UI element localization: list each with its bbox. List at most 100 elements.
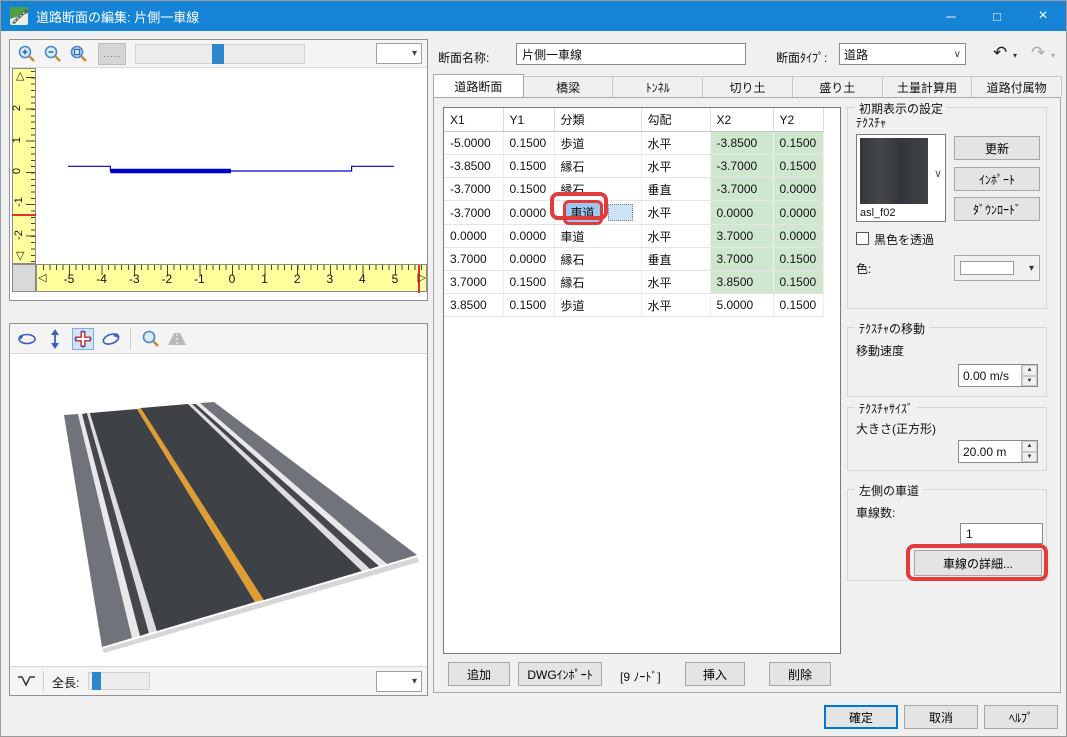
ruler-right-arrow-icon[interactable]: ▷ (418, 271, 426, 284)
cell[interactable]: 0.1500 (773, 155, 823, 178)
cell[interactable]: 縁石 (554, 248, 641, 271)
undo-menu-caret-icon[interactable]: ▾ (1013, 51, 1017, 60)
cell[interactable]: 5.0000 (710, 294, 773, 317)
plot-background-combo[interactable]: ▾ (376, 43, 422, 64)
orbit-free-icon[interactable] (100, 328, 122, 350)
cell[interactable]: -3.7000 (444, 178, 503, 201)
cell[interactable]: 0.0000 (773, 178, 823, 201)
cell[interactable]: 車道 (554, 225, 641, 248)
tab-tunnel[interactable]: ﾄﾝﾈﾙ (612, 76, 703, 97)
ok-button[interactable]: 確定 (824, 705, 898, 729)
cell[interactable]: 0.0000 (503, 248, 554, 271)
col-header-x2[interactable]: X2 (710, 108, 773, 132)
cell[interactable]: 3.8500 (710, 271, 773, 294)
selected-cell[interactable]: 車道 (554, 201, 641, 225)
col-header-y1[interactable]: Y1 (503, 108, 554, 132)
col-header-y2[interactable]: Y2 (773, 108, 823, 132)
undo-icon[interactable]: ↶ (993, 43, 1007, 63)
col-header-x1[interactable]: X1 (444, 108, 503, 132)
maximize-button[interactable]: □ (974, 1, 1020, 31)
delete-button[interactable]: 削除 (769, 662, 831, 686)
cell[interactable]: 0.1500 (503, 132, 554, 155)
tab-fill[interactable]: 盛り土 (792, 76, 883, 97)
cell[interactable]: 垂直 (641, 178, 710, 201)
cell[interactable]: 水平 (641, 132, 710, 155)
tab-bridge[interactable]: 橋梁 (523, 76, 614, 97)
zoom-fit-3d-icon[interactable] (140, 328, 162, 350)
cell[interactable]: 0.0000 (773, 225, 823, 248)
cell[interactable]: 縁石 (554, 271, 641, 294)
cell[interactable]: 0.1500 (503, 294, 554, 317)
view3d-background-combo[interactable]: ▾ (376, 671, 422, 692)
cell[interactable]: -3.8500 (710, 132, 773, 155)
cell[interactable]: 0.1500 (503, 155, 554, 178)
cell[interactable]: -5.0000 (444, 132, 503, 155)
cell[interactable]: 0.1500 (773, 271, 823, 294)
minimize-button[interactable]: ─ (928, 1, 974, 31)
cell[interactable]: 歩道 (554, 294, 641, 317)
cell[interactable]: 縁石 (554, 155, 641, 178)
download-button[interactable]: ﾀﾞｳﾝﾛｰﾄﾞ (954, 197, 1040, 221)
col-header-slope[interactable]: 勾配 (641, 108, 710, 132)
cell[interactable]: 3.8500 (444, 294, 503, 317)
cell-edit-region[interactable] (608, 204, 633, 221)
length-slider-handle[interactable] (92, 672, 101, 690)
lane-count-input[interactable]: 1 (960, 523, 1043, 544)
cell[interactable]: 水平 (641, 271, 710, 294)
texture-dropdown-chevron-icon[interactable]: ∨ (934, 167, 942, 180)
cell[interactable]: 0.0000 (444, 225, 503, 248)
zoom-out-icon[interactable] (42, 43, 64, 65)
plot-zoom-slider[interactable] (135, 44, 305, 64)
plot-zoom-slider-handle[interactable] (212, 44, 224, 64)
cell[interactable]: 水平 (641, 155, 710, 178)
cell[interactable]: 3.7000 (444, 271, 503, 294)
cell[interactable]: 3.7000 (444, 248, 503, 271)
zoom-in-icon[interactable] (16, 43, 38, 65)
cell[interactable]: -3.7000 (710, 155, 773, 178)
section-name-input[interactable]: 片側一車線 (516, 43, 746, 65)
cell[interactable]: 縁石 (554, 178, 641, 201)
cell[interactable]: -3.7000 (710, 178, 773, 201)
help-button[interactable]: ﾍﾙﾌﾟ (984, 705, 1058, 729)
selected-cell-value[interactable]: 車道 (566, 203, 600, 222)
cross-section-plot[interactable]: △ 2 1 0 -1 -2 ▽ ◁ -5 -4 -3 -2 -1 0 1 2 3 (10, 68, 427, 300)
section-shape-icon[interactable] (16, 670, 38, 692)
size-spinner[interactable]: 20.00 m ▲ ▼ (958, 440, 1038, 463)
ruler-up-arrow-icon[interactable]: △ (16, 69, 24, 82)
tab-earthwork[interactable]: 土量計算用 (882, 76, 973, 97)
tab-road-accessories[interactable]: 道路付属物 (971, 76, 1062, 97)
ruler-left-arrow-icon[interactable]: ◁ (38, 271, 46, 284)
move-speed-spinner[interactable]: 0.00 m/s ▲ ▼ (958, 364, 1038, 387)
road-3d-viewport[interactable] (10, 354, 427, 666)
tilt-vertical-icon[interactable] (44, 328, 66, 350)
cell[interactable]: 0.0000 (503, 201, 554, 225)
cancel-button[interactable]: 取消 (904, 705, 978, 729)
cell[interactable]: 水平 (641, 294, 710, 317)
color-select[interactable]: ▾ (954, 255, 1040, 281)
spin-down-icon[interactable]: ▼ (1022, 452, 1037, 463)
ruler-down-arrow-icon[interactable]: ▽ (16, 249, 24, 262)
section-type-select[interactable]: 道路 ∨ (839, 43, 966, 65)
cell[interactable]: 0.1500 (773, 132, 823, 155)
cell[interactable]: 歩道 (554, 132, 641, 155)
cell[interactable]: 0.1500 (773, 248, 823, 271)
dwg-import-button[interactable]: DWGｲﾝﾎﾟｰﾄ (518, 662, 602, 686)
lane-detail-button[interactable]: 車線の詳細... (914, 550, 1042, 576)
cell[interactable]: 0.1500 (773, 294, 823, 317)
update-button[interactable]: 更新 (954, 136, 1040, 160)
tab-cut[interactable]: 切り土 (702, 76, 793, 97)
cell[interactable]: 垂直 (641, 248, 710, 271)
cell[interactable]: 水平 (641, 201, 710, 225)
orbit-horizontal-icon[interactable] (16, 328, 38, 350)
spin-up-icon[interactable]: ▲ (1022, 365, 1037, 376)
tab-road-section[interactable]: 道路断面 (433, 74, 524, 97)
col-header-class[interactable]: 分類 (554, 108, 641, 132)
cell[interactable]: 0.1500 (503, 271, 554, 294)
cell[interactable]: -3.7000 (444, 201, 503, 225)
cell[interactable]: 水平 (641, 225, 710, 248)
cell[interactable]: 0.0000 (710, 201, 773, 225)
texture-selector[interactable]: ∨ asl_f02 (856, 134, 946, 222)
pan-icon[interactable] (72, 328, 94, 350)
add-button[interactable]: 追加 (448, 662, 510, 686)
import-button[interactable]: ｲﾝﾎﾟｰﾄ (954, 167, 1040, 191)
